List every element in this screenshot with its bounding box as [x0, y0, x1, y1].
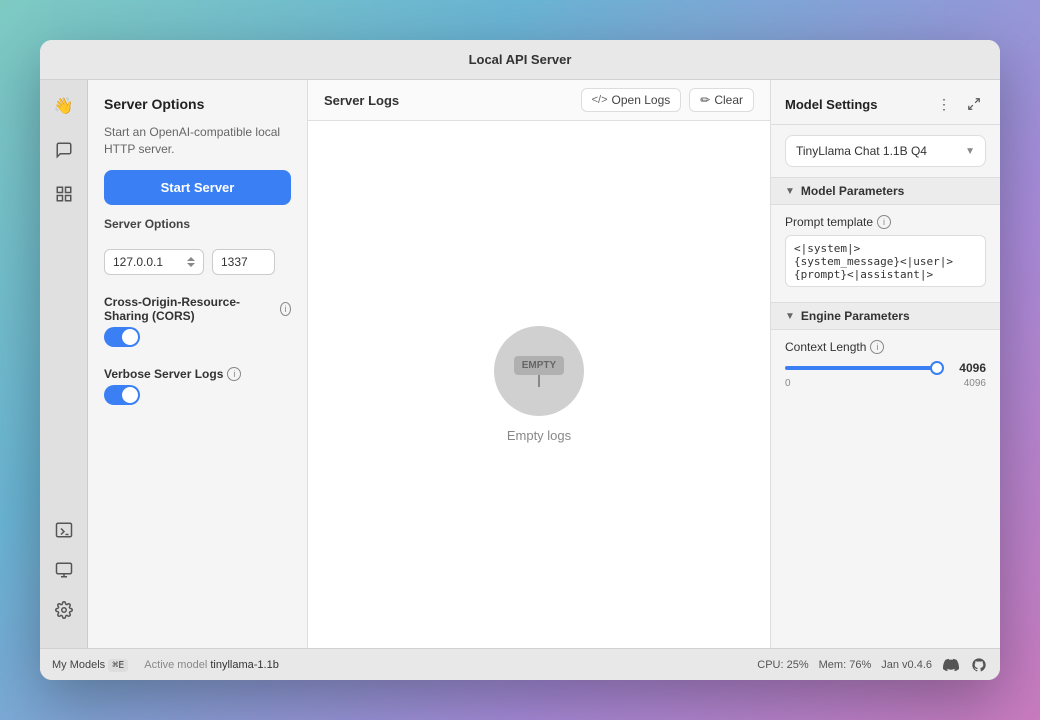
- expand-button[interactable]: [962, 92, 986, 116]
- pen-icon: ✏: [700, 93, 710, 107]
- verbose-toggle[interactable]: [104, 385, 140, 405]
- discord-icon[interactable]: [942, 656, 960, 674]
- logs-header: Server Logs </> Open Logs ✏ Clear: [308, 80, 770, 121]
- host-input[interactable]: [104, 249, 204, 275]
- github-icon[interactable]: [970, 656, 988, 674]
- right-panel-title: Model Settings: [785, 97, 877, 112]
- slider-min: 0: [785, 378, 791, 389]
- port-field[interactable]: [221, 255, 266, 269]
- main-layout: 👋: [40, 80, 1000, 648]
- clear-button[interactable]: ✏ Clear: [689, 88, 754, 112]
- grid-icon[interactable]: [50, 180, 78, 208]
- model-parameters-content: Prompt template i <|system|> {system_mes…: [771, 205, 1000, 302]
- open-logs-button[interactable]: </> Open Logs: [581, 88, 682, 112]
- hand-wave-icon[interactable]: 👋: [50, 92, 78, 120]
- sidebar-bottom: [50, 516, 78, 636]
- status-right: CPU: 25% Mem: 76% Jan v0.4.6: [757, 656, 988, 674]
- code-icon: </>: [592, 94, 608, 106]
- left-panel-title: Server Options: [104, 96, 291, 112]
- cors-row: Cross-Origin-Resource-Sharing (CORS) i: [104, 295, 291, 323]
- empty-logs-text: Empty logs: [507, 428, 571, 443]
- settings-icon[interactable]: [50, 596, 78, 624]
- context-length-value: 4096: [950, 361, 986, 375]
- slider-max: 4096: [964, 378, 986, 389]
- more-options-button[interactable]: ⋮: [932, 92, 956, 116]
- host-stepper[interactable]: [187, 257, 195, 267]
- my-models-shortcut: ⌘E: [108, 659, 128, 672]
- verbose-option: Verbose Server Logs i: [104, 359, 291, 405]
- monitor-icon[interactable]: [50, 556, 78, 584]
- model-selector[interactable]: TinyLlama Chat 1.1B Q4 ▼: [785, 135, 986, 167]
- prompt-template-textarea[interactable]: <|system|> {system_message}<|user|> {pro…: [785, 235, 986, 287]
- logs-empty-state: EMPTY Empty logs: [308, 121, 770, 648]
- logs-title: Server Logs: [324, 93, 399, 108]
- server-options-row: [104, 249, 291, 275]
- cors-info-icon[interactable]: i: [280, 302, 291, 316]
- model-parameters-title: Model Parameters: [801, 184, 904, 198]
- center-panel: Server Logs </> Open Logs ✏ Clear: [308, 80, 770, 648]
- model-parameters-section-header[interactable]: ▼ Model Parameters: [771, 177, 1000, 205]
- port-input[interactable]: [212, 249, 275, 275]
- status-left: My Models ⌘E Active model tinyllama-1.1b: [52, 659, 279, 671]
- version-label: Jan v0.4.6: [881, 659, 932, 671]
- collapse-icon-2: ▼: [785, 311, 795, 322]
- verbose-label: Verbose Server Logs: [104, 367, 223, 381]
- empty-logs-icon: EMPTY: [494, 326, 584, 416]
- engine-parameters-content: Context Length i 4096 0 4096: [771, 330, 1000, 399]
- model-selector-text: TinyLlama Chat 1.1B Q4: [796, 144, 927, 158]
- active-model-name: tinyllama-1.1b: [210, 659, 278, 671]
- prompt-template-info-icon[interactable]: i: [877, 215, 891, 229]
- context-length-slider-row: 4096: [785, 360, 986, 376]
- window-title: Local API Server: [469, 52, 572, 67]
- right-panel-header: Model Settings ⋮: [771, 80, 1000, 125]
- context-length-slider[interactable]: [785, 360, 942, 376]
- right-panel: Model Settings ⋮ TinyLlama Chat 1.1B Q4 …: [770, 80, 1000, 648]
- start-server-button[interactable]: Start Server: [104, 170, 291, 205]
- chat-icon[interactable]: [50, 136, 78, 164]
- title-bar: Local API Server: [40, 40, 1000, 80]
- host-field[interactable]: [113, 255, 183, 269]
- context-length-label: Context Length: [785, 340, 866, 354]
- collapse-icon: ▼: [785, 186, 795, 197]
- left-panel-subtitle: Start an OpenAI-compatible local HTTP se…: [104, 124, 291, 158]
- status-bar: My Models ⌘E Active model tinyllama-1.1b…: [40, 648, 1000, 680]
- app-window: Local API Server 👋: [40, 40, 1000, 680]
- mem-info: Mem: 76%: [819, 659, 872, 671]
- engine-parameters-title: Engine Parameters: [801, 309, 910, 323]
- cpu-info: CPU: 25%: [757, 659, 808, 671]
- empty-sign: EMPTY: [514, 356, 564, 375]
- cors-toggle[interactable]: [104, 327, 140, 347]
- slider-track: [785, 366, 942, 370]
- cors-label: Cross-Origin-Resource-Sharing (CORS): [104, 295, 276, 323]
- slider-thumb[interactable]: [930, 361, 944, 375]
- verbose-row: Verbose Server Logs i: [104, 367, 291, 381]
- active-model-info: Active model tinyllama-1.1b: [144, 659, 279, 671]
- context-length-info-icon[interactable]: i: [870, 340, 884, 354]
- prompt-template-label: Prompt template: [785, 215, 873, 229]
- chevron-down-icon: ▼: [965, 146, 975, 157]
- server-options-label: Server Options: [104, 217, 291, 231]
- logs-actions: </> Open Logs ✏ Clear: [581, 88, 754, 112]
- icon-sidebar: 👋: [40, 80, 88, 648]
- slider-fill: [785, 366, 934, 370]
- left-panel: Server Options Start an OpenAI-compatibl…: [88, 80, 308, 648]
- engine-parameters-section-header[interactable]: ▼ Engine Parameters: [771, 302, 1000, 330]
- cors-option: Cross-Origin-Resource-Sharing (CORS) i: [104, 287, 291, 347]
- terminal-icon[interactable]: [50, 516, 78, 544]
- verbose-info-icon[interactable]: i: [227, 367, 241, 381]
- my-models-link[interactable]: My Models ⌘E: [52, 659, 128, 671]
- slider-range: 0 4096: [785, 378, 986, 389]
- right-panel-actions: ⋮: [932, 92, 986, 116]
